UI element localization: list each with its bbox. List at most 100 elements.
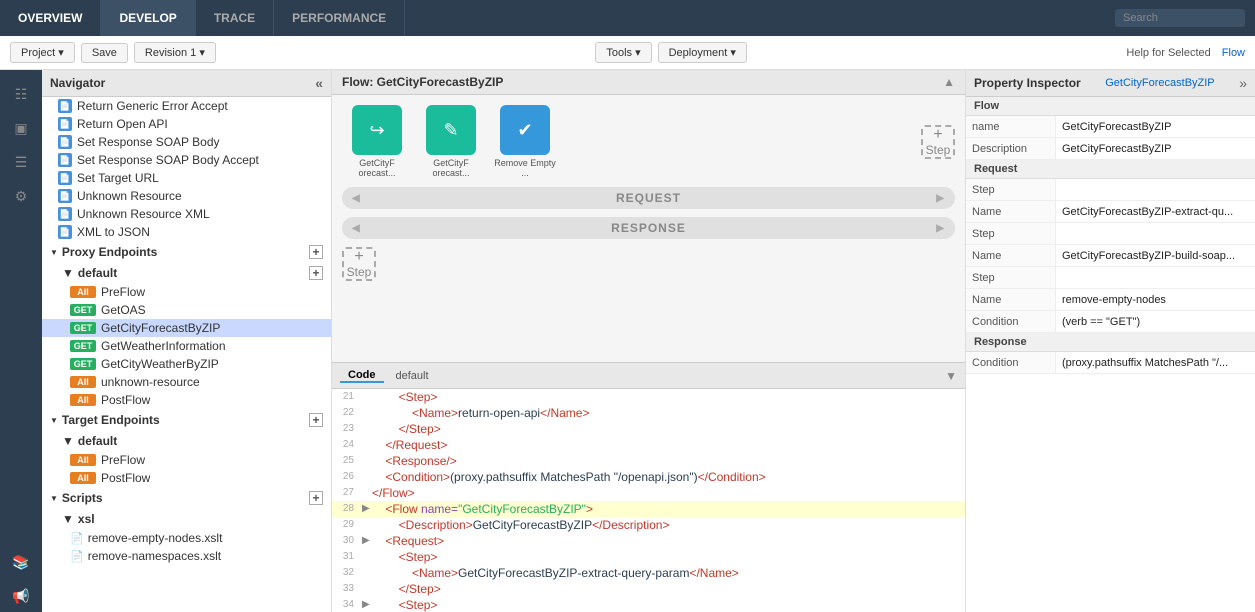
prop-row-req-step1: Step (966, 179, 1255, 201)
sidebar-icon-package[interactable]: ▣ (5, 112, 37, 144)
project-button[interactable]: Project ▾ (10, 42, 75, 63)
nav-item-unknown-resource[interactable]: 📄 Unknown Resource (42, 187, 331, 205)
method-all-badge: All (70, 472, 96, 484)
prop-row-extra-condition: Condition (verb == "GET") (966, 311, 1255, 333)
code-line-30: 30 ▶ <Request> (332, 533, 965, 549)
nav-item-icon: 📄 (58, 225, 72, 239)
response-label: RESPONSE (611, 221, 686, 235)
nav-item-icon: 📄 (58, 171, 72, 185)
flow-body: ↪ GetCityF orecast... ✎ GetCityF orecast… (332, 95, 965, 362)
proxy-endpoints-add-btn[interactable]: + (309, 245, 323, 259)
toolbar: Project ▾ Save Revision 1 ▾ Tools ▾ Depl… (0, 36, 1255, 70)
nav-target-postflow[interactable]: All PostFlow (42, 469, 331, 487)
add-step-button[interactable]: + Step (921, 125, 955, 159)
code-line-27: 27 </Flow> (332, 485, 965, 501)
tab-trace[interactable]: TRACE (196, 0, 274, 36)
method-all-badge: All (70, 286, 96, 298)
add-step-bottom-area: + Step (342, 247, 955, 281)
xsl-triangle-icon: ▼ (62, 512, 74, 526)
nav-getoas[interactable]: GET GetOAS (42, 301, 331, 319)
nav-getcityweatherbyzip[interactable]: GET GetCityWeatherByZIP (42, 355, 331, 373)
nav-getcityforecastbyzip[interactable]: GET GetCityForecastByZIP (42, 319, 331, 337)
nav-postflow[interactable]: All PostFlow (42, 391, 331, 409)
deployment-button[interactable]: Deployment ▾ (658, 42, 747, 63)
code-line-26: 26 <Condition>(proxy.pathsuffix MatchesP… (332, 469, 965, 485)
property-inspector-title: Property Inspector (974, 76, 1081, 90)
search-input[interactable] (1115, 9, 1245, 27)
nav-item-icon: 📄 (58, 117, 72, 131)
proxy-default-section[interactable]: ▼ default + (42, 263, 331, 283)
code-panel: Code default ▼ 21 <Step> 22 <Name>return… (332, 362, 965, 612)
sidebar-icon-files[interactable]: ☷ (5, 78, 37, 110)
property-expand-btn[interactable]: » (1239, 75, 1247, 91)
revision-button[interactable]: Revision 1 ▾ (134, 42, 216, 63)
xsl-section[interactable]: ▼ xsl (42, 509, 331, 529)
sidebar-icon-megaphone[interactable]: 📢 (5, 580, 37, 612)
nav-item-return-generic[interactable]: 📄 Return Generic Error Accept (42, 97, 331, 115)
proxy-triangle-icon: ▼ (50, 248, 58, 257)
target-default-section[interactable]: ▼ default (42, 431, 331, 451)
flow-step-2[interactable]: ✎ GetCityF orecast... (416, 105, 486, 178)
tab-performance[interactable]: PERFORMANCE (274, 0, 405, 36)
nav-item-unknown-resource-xml[interactable]: 📄 Unknown Resource XML (42, 205, 331, 223)
prop-row-resp-condition: Condition (proxy.pathsuffix MatchesPath … (966, 352, 1255, 374)
navigator-collapse-btn[interactable]: « (315, 75, 323, 91)
prop-row-flow-desc: Description GetCityForecastByZIP (966, 138, 1255, 160)
target-default-triangle-icon: ▼ (62, 434, 74, 448)
search-area (1105, 9, 1255, 27)
proxy-endpoints-section[interactable]: ▼ Proxy Endpoints + (42, 241, 331, 263)
code-line-21: 21 <Step> (332, 389, 965, 405)
scripts-section[interactable]: ▼ Scripts + (42, 487, 331, 509)
tools-button[interactable]: Tools ▾ (595, 42, 651, 63)
method-get-badge: GET (70, 322, 96, 334)
sidebar-icon-list[interactable]: ☰ (5, 146, 37, 178)
nav-item-xml-to-json[interactable]: 📄 XML to JSON (42, 223, 331, 241)
nav-item-return-open-api[interactable]: 📄 Return Open API (42, 115, 331, 133)
sidebar-icon-book[interactable]: 📚 (5, 546, 37, 578)
nav-remove-namespaces[interactable]: 📄 remove-namespaces.xslt (42, 547, 331, 565)
flow-step-label-1: GetCityF orecast... (342, 158, 412, 178)
nav-item-icon: 📄 (58, 207, 72, 221)
flow-collapse-btn[interactable]: ▲ (943, 75, 955, 89)
target-endpoints-add-btn[interactable]: + (309, 413, 323, 427)
nav-item-icon: 📄 (58, 135, 72, 149)
code-line-23: 23 </Step> (332, 421, 965, 437)
nav-remove-empty-nodes[interactable]: 📄 remove-empty-nodes.xslt (42, 529, 331, 547)
nav-target-preflow[interactable]: All PreFlow (42, 451, 331, 469)
proxy-default-add-btn[interactable]: + (309, 266, 323, 280)
add-step-bottom-button[interactable]: + Step (342, 247, 376, 281)
prop-row-req-name2: Name GetCityForecastByZIP-build-soap... (966, 245, 1255, 267)
save-button[interactable]: Save (81, 43, 128, 63)
navigator-body: 📄 Return Generic Error Accept 📄 Return O… (42, 97, 331, 612)
nav-preflow[interactable]: All PreFlow (42, 283, 331, 301)
sidebar-icons: ☷ ▣ ☰ ⚙ 📚 📢 (0, 70, 42, 612)
flow-title: Flow: GetCityForecastByZIP (342, 75, 503, 89)
method-all-badge: All (70, 376, 96, 388)
flow-header: Flow: GetCityForecastByZIP ▲ (332, 70, 965, 95)
code-line-32: 32 <Name>GetCityForecastByZIP-extract-qu… (332, 565, 965, 581)
method-get-badge: GET (70, 340, 96, 352)
scripts-triangle-icon: ▼ (50, 494, 58, 503)
prop-row-extra-name: Name remove-empty-nodes (966, 289, 1255, 311)
tab-overview[interactable]: OVERVIEW (0, 0, 101, 36)
nav-unknown-resource[interactable]: All unknown-resource (42, 373, 331, 391)
method-all-badge: All (70, 394, 96, 406)
nav-item-icon: 📄 (58, 189, 72, 203)
flow-step-1[interactable]: ↪ GetCityF orecast... (342, 105, 412, 178)
method-get-badge: GET (70, 358, 96, 370)
nav-item-set-response-soap-accept[interactable]: 📄 Set Response SOAP Body Accept (42, 151, 331, 169)
tab-develop[interactable]: DEVELOP (101, 0, 195, 36)
flow-step-icon-2: ✎ (426, 105, 476, 155)
flow-link[interactable]: Flow (1222, 47, 1245, 59)
scripts-add-btn[interactable]: + (309, 491, 323, 505)
code-expand-btn[interactable]: ▼ (945, 369, 957, 383)
help-text: Help for Selected (1126, 47, 1210, 59)
target-endpoints-section[interactable]: ▼ Target Endpoints + (42, 409, 331, 431)
nav-getweatherinformation[interactable]: GET GetWeatherInformation (42, 337, 331, 355)
flow-step-3[interactable]: ✔ Remove Empty ... (490, 105, 560, 178)
sidebar-icon-gear[interactable]: ⚙ (5, 180, 37, 212)
code-tab[interactable]: Code (340, 369, 384, 383)
nav-item-set-target-url[interactable]: 📄 Set Target URL (42, 169, 331, 187)
nav-item-set-response-soap[interactable]: 📄 Set Response SOAP Body (42, 133, 331, 151)
default-tab[interactable]: default (388, 370, 437, 382)
